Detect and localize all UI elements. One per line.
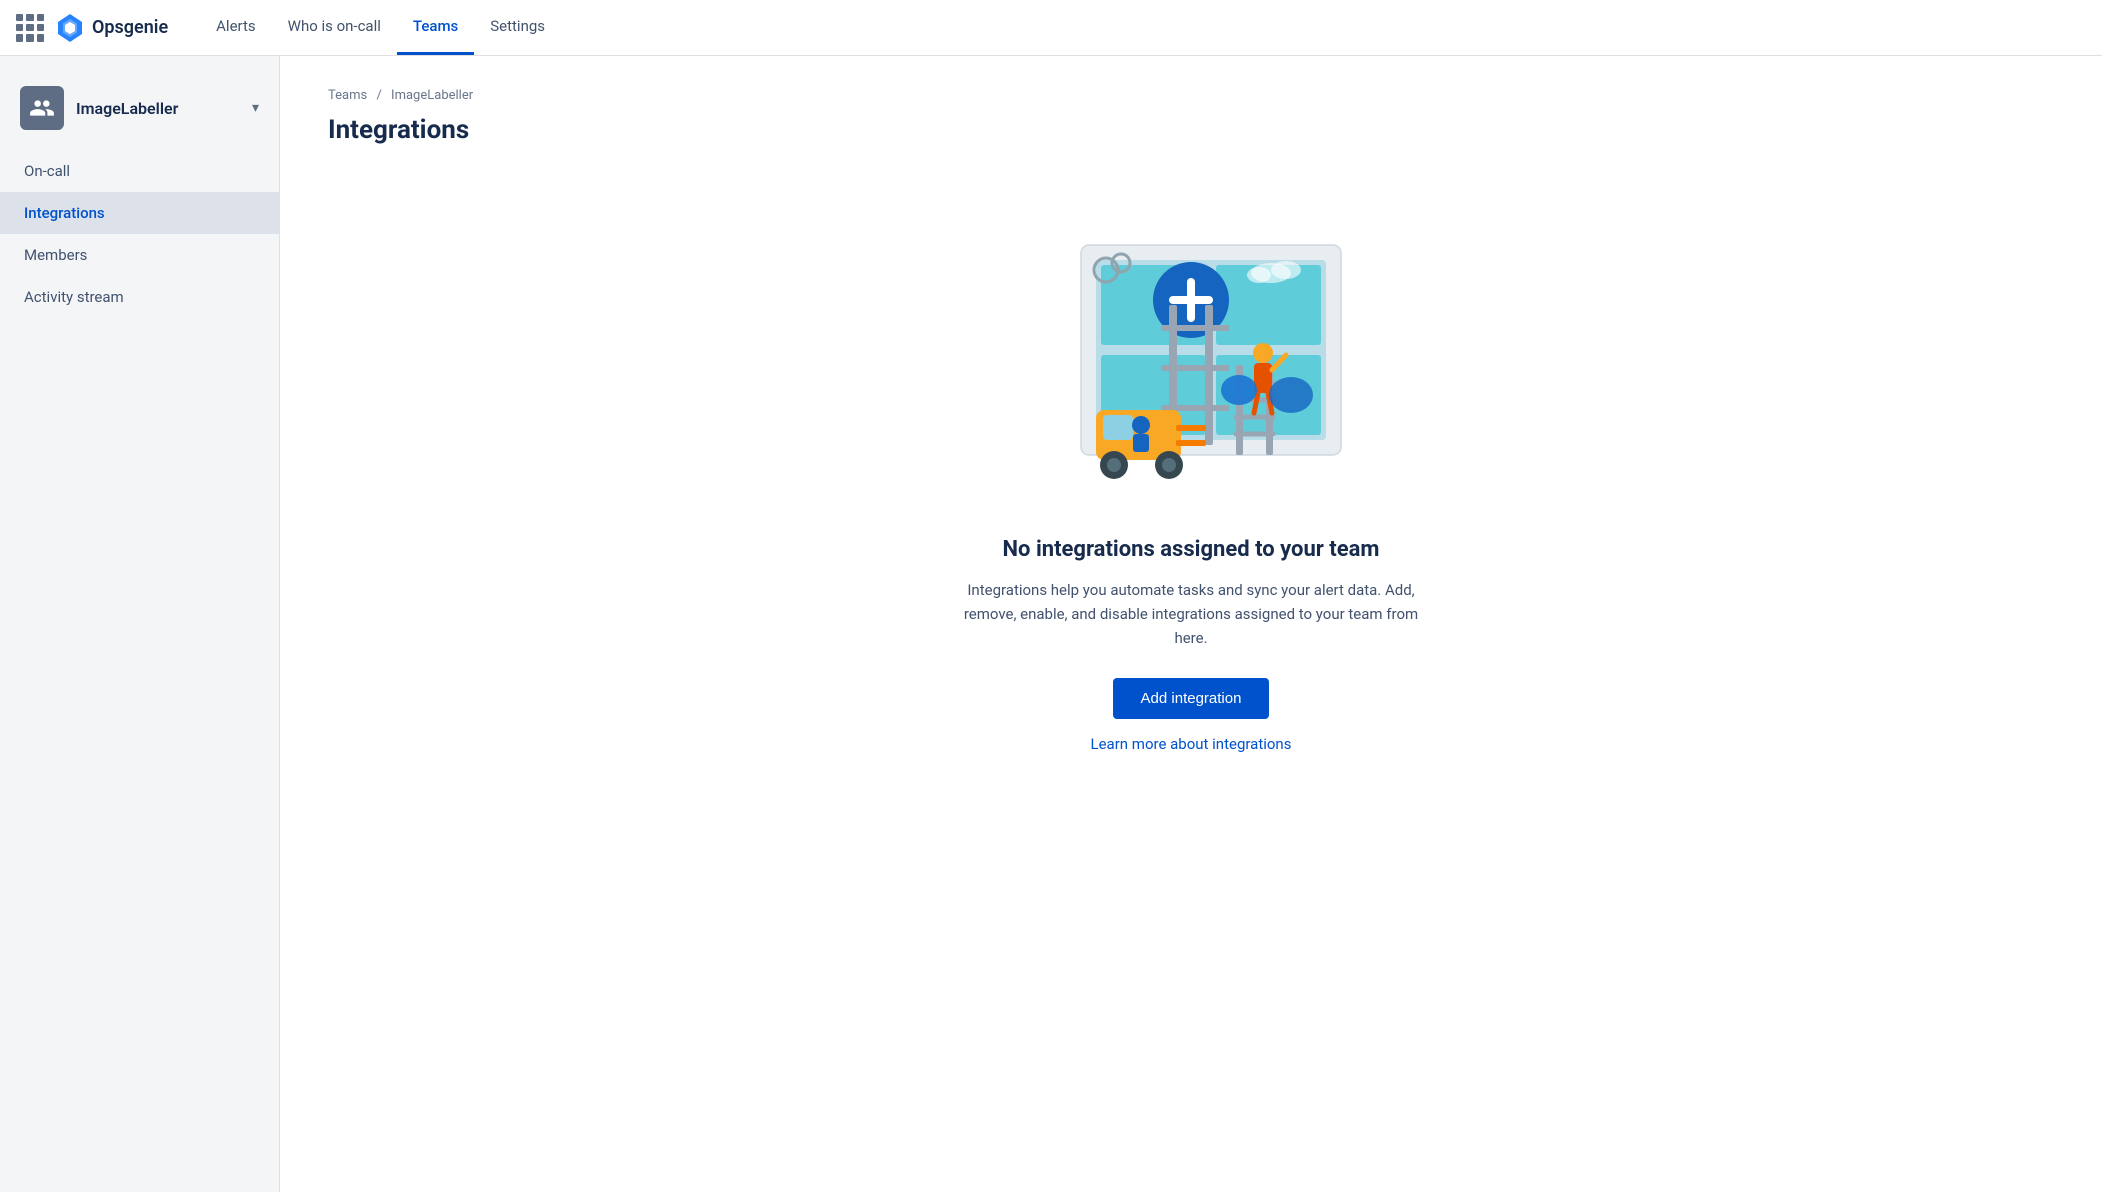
team-selector[interactable]: ImageLabeller ▾ [0,76,279,150]
sidebar-item-activity-stream[interactable]: Activity stream [0,276,279,318]
team-name: ImageLabeller [76,99,240,118]
breadcrumb-current: ImageLabeller [391,88,473,103]
sidebar-item-members[interactable]: Members [0,234,279,276]
breadcrumb-parent[interactable]: Teams [328,88,367,103]
nav-teams[interactable]: Teams [397,0,474,55]
sidebar-item-integrations[interactable]: Integrations [0,192,279,234]
page-layout: ImageLabeller ▾ On-call Integrations Mem… [0,56,2102,1192]
nav-links: Alerts Who is on-call Teams Settings [200,0,561,55]
logo[interactable]: Opsgenie [54,12,168,44]
learn-more-link[interactable]: Learn more about integrations [1091,735,1292,753]
sidebar-navigation: On-call Integrations Members Activity st… [0,150,279,318]
nav-alerts[interactable]: Alerts [200,0,272,55]
main-content: Teams / ImageLabeller Integrations [280,56,2102,1192]
breadcrumb-separator: / [376,88,381,103]
empty-state-illustration [1021,225,1361,505]
sidebar: ImageLabeller ▾ On-call Integrations Mem… [0,56,280,1192]
team-chevron-icon: ▾ [252,100,259,116]
team-avatar [20,86,64,130]
add-integration-button[interactable]: Add integration [1113,678,1270,719]
empty-state-description: Integrations help you automate tasks and… [951,578,1431,650]
brand-name: Opsgenie [92,17,168,38]
nav-who-is-on-call[interactable]: Who is on-call [272,0,397,55]
nav-settings[interactable]: Settings [474,0,561,55]
empty-state: No integrations assigned to your team In… [891,185,1491,793]
breadcrumb: Teams / ImageLabeller [328,88,2054,103]
top-navigation: Opsgenie Alerts Who is on-call Teams Set… [0,0,2102,56]
app-grid-icon[interactable] [16,14,44,42]
sidebar-item-on-call[interactable]: On-call [0,150,279,192]
page-title: Integrations [328,115,2054,145]
empty-state-title: No integrations assigned to your team [1003,537,1380,562]
